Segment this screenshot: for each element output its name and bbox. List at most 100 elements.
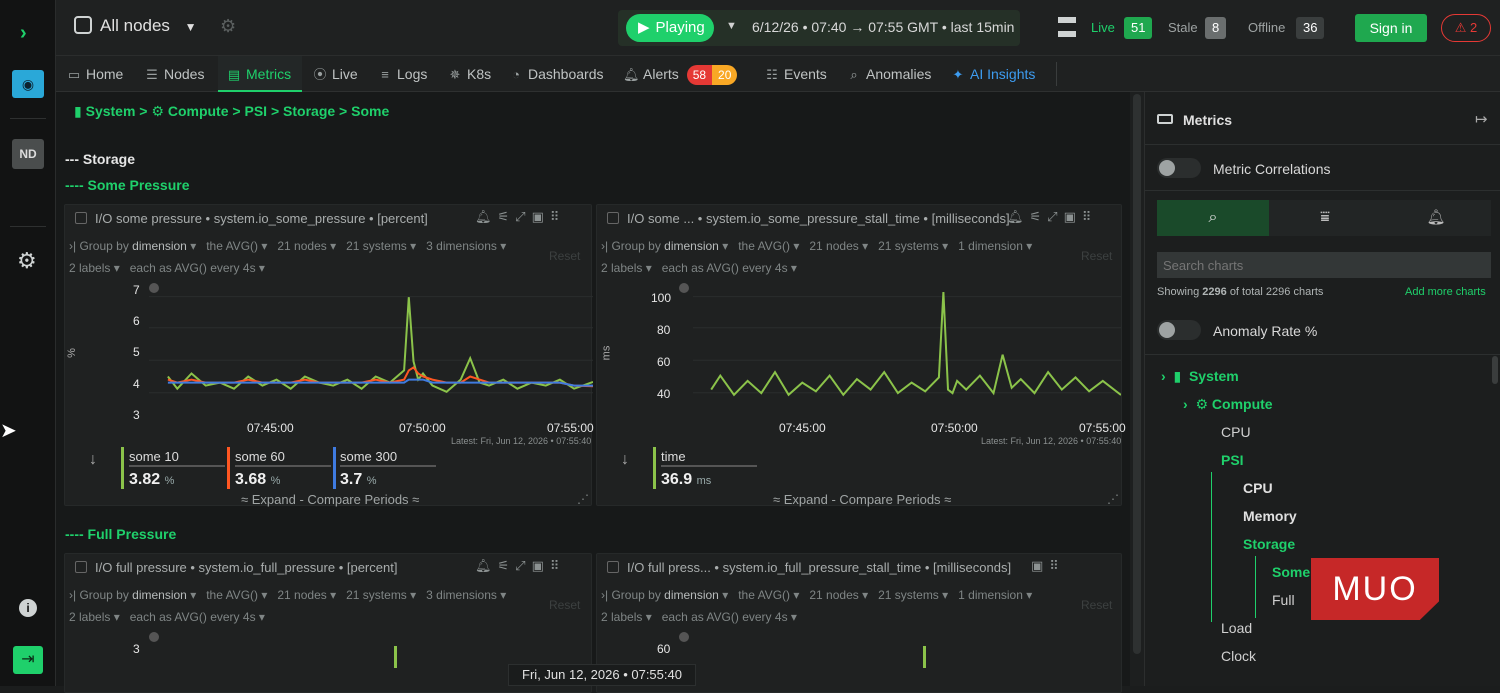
breadcrumb-compute[interactable]: Compute	[168, 103, 229, 119]
tab-logs[interactable]: ≡ Logs	[377, 56, 439, 92]
sliders-icon[interactable]: ⚟	[498, 558, 516, 573]
resize-handle-icon[interactable]: ⋰	[1107, 492, 1119, 506]
chat-icon[interactable]: ◉	[12, 70, 44, 98]
tab-home[interactable]: ▭ Home	[66, 56, 140, 92]
labels-dropdown[interactable]: 2 labels	[69, 610, 110, 624]
chart-toggle-icon[interactable]	[75, 561, 87, 573]
tree-item-memory[interactable]: Memory	[1243, 508, 1297, 524]
dimensions-dropdown[interactable]: 3 dimensions	[426, 588, 497, 602]
anomaly-rate-toggle[interactable]	[1157, 320, 1201, 340]
tab-nodes[interactable]: ☰ Nodes	[144, 56, 214, 92]
labels-dropdown[interactable]: 2 labels	[601, 610, 642, 624]
alerts-indicator[interactable]: ⚠ 2	[1441, 14, 1491, 42]
collapse-panel-icon[interactable]: ↦	[1475, 110, 1488, 128]
nodes-dropdown[interactable]: 21 nodes	[809, 588, 858, 602]
legend-name[interactable]: some 60	[235, 449, 285, 464]
systems-dropdown[interactable]: 21 systems	[878, 588, 939, 602]
tab-live[interactable]: ⦿ Live	[312, 56, 372, 92]
labels-dropdown[interactable]: 2 labels	[69, 261, 110, 275]
bell-icon[interactable]: 🔔︎	[1007, 209, 1030, 224]
nodes-dropdown[interactable]: 21 nodes	[809, 239, 858, 253]
panel-tab-charts[interactable]: ⌕	[1157, 200, 1269, 236]
nodes-dropdown[interactable]: 21 nodes	[277, 239, 326, 253]
nodes-selector[interactable]: All nodes ▼	[74, 16, 197, 36]
play-dropdown-icon[interactable]: ▼	[726, 20, 737, 32]
play-button[interactable]: ▶ Playing	[626, 14, 714, 42]
reset-button[interactable]: Reset	[1081, 598, 1112, 612]
expand-sidebar-icon[interactable]: ›	[20, 22, 27, 45]
tree-item-psi[interactable]: PSI	[1221, 452, 1244, 468]
offline-count-badge[interactable]: 36	[1296, 17, 1325, 39]
resize-handle-icon[interactable]: ⋰	[577, 492, 589, 506]
tab-events[interactable]: ☷ Events	[764, 56, 838, 92]
save-icon[interactable]: ▣	[1031, 558, 1049, 573]
aggregation-dropdown[interactable]: the AVG()	[206, 239, 258, 253]
group-by-dropdown[interactable]: dimension	[132, 239, 187, 253]
breadcrumb-psi[interactable]: PSI	[244, 103, 267, 119]
chart-toggle-icon[interactable]	[75, 212, 87, 224]
tree-item-some[interactable]: Some	[1272, 564, 1310, 580]
aggregation-dropdown[interactable]: the AVG()	[206, 588, 258, 602]
metric-correlations-toggle[interactable]	[1157, 158, 1201, 178]
stale-count-badge[interactable]: 8	[1205, 17, 1227, 39]
save-icon[interactable]: ▣	[532, 558, 550, 573]
chart-plot-area[interactable]	[675, 281, 1121, 411]
fullscreen-icon[interactable]: ⤢	[515, 558, 531, 573]
live-count-badge[interactable]: 51	[1124, 17, 1153, 39]
time-aggregation-dropdown[interactable]: each as AVG() every 4s	[130, 261, 256, 275]
sign-in-button[interactable]: Sign in	[1355, 14, 1427, 42]
info-icon[interactable]: i	[19, 599, 37, 617]
tree-item-full[interactable]: Full	[1272, 592, 1295, 608]
nodes-dropdown[interactable]: 21 nodes	[277, 588, 326, 602]
scrollbar-thumb[interactable]	[1133, 94, 1141, 654]
drag-handle-icon[interactable]: ⠿	[550, 558, 566, 573]
main-scrollbar[interactable]	[1130, 92, 1144, 686]
tab-metrics[interactable]: ▤ Metrics	[218, 56, 302, 92]
tree-item-compute[interactable]: › ⚙ Compute	[1183, 396, 1273, 413]
arrow-down-icon[interactable]: ↓	[89, 451, 97, 469]
fullscreen-icon[interactable]: ⤢	[1047, 209, 1063, 224]
time-range[interactable]: 6/12/26 • 07:40 → 07:55 GMT • last 15min	[752, 19, 1014, 35]
aggregation-dropdown[interactable]: the AVG()	[738, 239, 790, 253]
tree-item-system[interactable]: › ▮ System	[1161, 368, 1239, 385]
group-by-dropdown[interactable]: dimension	[664, 239, 719, 253]
bell-icon[interactable]: 🔔︎	[475, 209, 498, 224]
sliders-icon[interactable]: ⚟	[498, 209, 516, 224]
labels-dropdown[interactable]: 2 labels	[601, 261, 642, 275]
panel-tab-alerts[interactable]: 🔔︎	[1381, 200, 1491, 236]
add-more-charts-link[interactable]: Add more charts	[1405, 286, 1486, 298]
chart-toggle-icon[interactable]	[607, 212, 619, 224]
time-aggregation-dropdown[interactable]: each as AVG() every 4s	[662, 261, 788, 275]
time-aggregation-dropdown[interactable]: each as AVG() every 4s	[130, 610, 256, 624]
expand-compare-periods[interactable]: ≈ Expand - Compare Periods ≈	[773, 492, 951, 507]
search-charts-input[interactable]	[1157, 252, 1491, 278]
group-by-dropdown[interactable]: dimension	[664, 588, 719, 602]
reset-button[interactable]: Reset	[1081, 249, 1112, 263]
breadcrumb-some[interactable]: Some	[351, 103, 389, 119]
aggregation-dropdown[interactable]: the AVG()	[738, 588, 790, 602]
systems-dropdown[interactable]: 21 systems	[346, 239, 407, 253]
time-aggregation-dropdown[interactable]: each as AVG() every 4s	[662, 610, 788, 624]
y-axis-info-icon[interactable]	[149, 632, 159, 642]
drag-handle-icon[interactable]: ⠿	[550, 209, 566, 224]
bell-icon[interactable]: 🔔︎	[475, 558, 498, 573]
save-icon[interactable]: ▣	[532, 209, 550, 224]
drag-handle-icon[interactable]: ⠿	[1049, 558, 1065, 573]
breadcrumb-storage[interactable]: Storage	[283, 103, 335, 119]
reset-button[interactable]: Reset	[549, 249, 580, 263]
tab-k8s[interactable]: ✵ K8s	[447, 56, 501, 92]
chart-plot-area[interactable]	[143, 281, 593, 411]
sliders-icon[interactable]: ⚟	[1030, 209, 1048, 224]
drag-handle-icon[interactable]: ⠿	[1082, 209, 1098, 224]
arrow-down-icon[interactable]: ↓	[621, 451, 629, 469]
node-settings-icon[interactable]: ⚙	[220, 16, 236, 37]
tab-alerts[interactable]: 🔔︎ Alerts 58 20	[623, 56, 747, 92]
systems-dropdown[interactable]: 21 systems	[878, 239, 939, 253]
group-by-dropdown[interactable]: dimension	[132, 588, 187, 602]
y-axis-info-icon[interactable]	[679, 632, 689, 642]
expand-compare-periods[interactable]: ≈ Expand - Compare Periods ≈	[241, 492, 419, 507]
dimensions-dropdown[interactable]: 3 dimensions	[426, 239, 497, 253]
tab-ai-insights[interactable]: ✦ AI Insights	[950, 56, 1050, 92]
fullscreen-icon[interactable]: ⤢	[515, 209, 531, 224]
sign-in-icon[interactable]: ⇥	[13, 646, 43, 674]
